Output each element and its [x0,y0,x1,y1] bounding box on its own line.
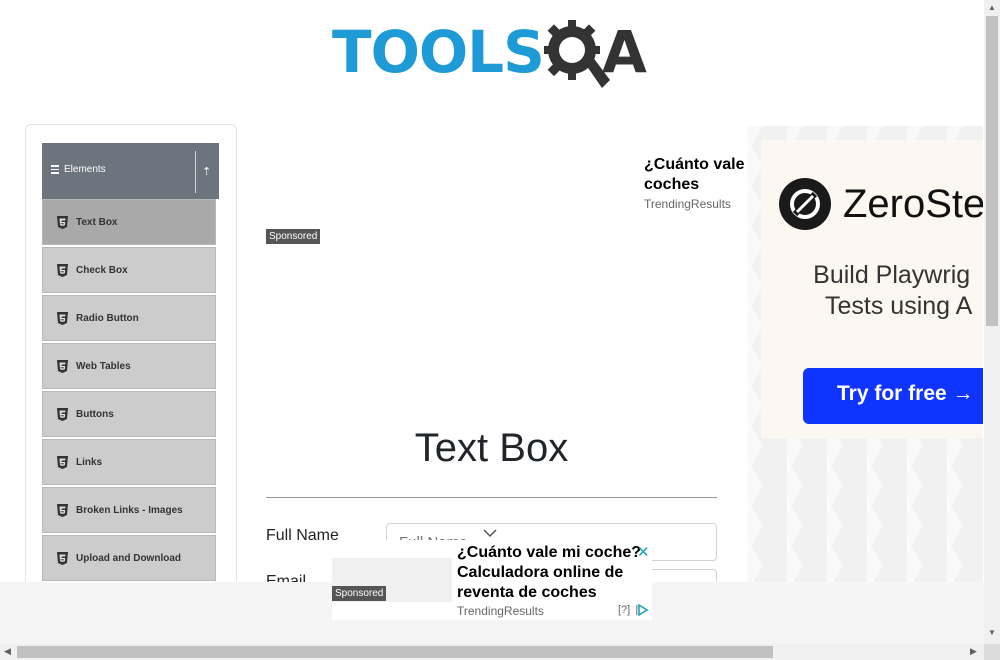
group-label: Elements [64,164,106,175]
right-ad-banner[interactable]: ZeroSte Build Playwrig Tests using A Try… [747,126,983,582]
header-divider [195,151,196,193]
top-ad-headline[interactable]: ¿Cuánto vale coches [644,155,754,195]
bottom-ad-source[interactable]: TrendingResults [457,604,544,618]
elements-group-header[interactable]: Elements ⇡ [42,143,219,199]
close-icon[interactable]: ✕ [637,543,650,561]
html5-icon [57,456,68,469]
adchoices-icon[interactable] [636,604,648,616]
html5-icon [57,552,68,565]
html5-icon [57,312,68,325]
page-title: Text Box [414,426,569,470]
html5-icon [57,504,68,517]
sidebar-item-check-box[interactable]: Check Box [42,247,216,293]
logo-text: TOOLS [332,18,545,86]
scroll-left-arrow-icon[interactable]: ◀ [4,646,11,657]
menu-icon [51,165,59,174]
scroll-right-arrow-icon[interactable]: ▶ [970,646,977,657]
logo-suffix: A [602,18,647,86]
scroll-up-arrow-icon[interactable]: ▲ [988,3,996,12]
sidebar-item-radio-button[interactable]: Radio Button [42,295,216,341]
sidebar-item-label: Broken Links - Images [76,505,183,516]
zerostep-tagline: Build Playwrig Tests using A [811,260,972,322]
sidebar-item-buttons[interactable]: Buttons [42,391,216,437]
toolsqa-logo[interactable]: TOOLS A [332,16,654,90]
sidebar-item-label: Text Box [76,217,118,228]
ad-help-link[interactable]: [?] [618,604,630,616]
sidebar-item-label: Buttons [76,409,114,420]
sidebar-item-broken-links[interactable]: Broken Links - Images [42,487,216,533]
html5-icon [57,216,68,229]
horizontal-scrollbar[interactable]: ◀ ▶ [0,644,984,660]
html5-icon [57,264,68,277]
left-panel: Elements ⇡ Text Box Check Box Radio Butt… [25,124,237,595]
zerostep-ad-card[interactable]: ZeroSte Build Playwrig Tests using A Try… [761,140,983,438]
html5-icon [57,408,68,421]
sidebar-item-upload-download[interactable]: Upload and Download [42,535,216,581]
sidebar-item-label: Check Box [76,265,128,276]
bottom-ad-headline[interactable]: ¿Cuánto vale mi coche? Calculadora onlin… [457,543,647,603]
scroll-down-arrow-icon[interactable]: ▼ [988,628,996,637]
full-name-label: Full Name [266,527,339,544]
sidebar-menu: Text Box Check Box Radio Button Web Tabl… [42,199,216,583]
bottom-ad[interactable]: Sponsored ¿Cuánto vale mi coche? Calcula… [332,540,652,620]
sponsored-badge: Sponsored [332,586,387,601]
top-ad-source[interactable]: TrendingResults [644,197,731,211]
sidebar-item-links[interactable]: Links [42,439,216,485]
html5-icon [57,360,68,373]
sponsored-badge: Sponsored [266,229,321,244]
sidebar-item-label: Radio Button [76,313,139,324]
sidebar-item-label: Upload and Download [76,553,181,564]
chevron-down-icon [483,529,497,538]
try-for-free-button[interactable]: Try for free → [803,368,983,424]
zerostep-logo-icon [779,178,831,230]
scrollbar-corner [984,644,1000,660]
sidebar-item-text-box[interactable]: Text Box [42,199,216,245]
title-divider [266,497,717,498]
vertical-scrollbar[interactable]: ▲ ▼ [984,0,1000,644]
upload-arrow-icon[interactable]: ⇡ [202,165,211,178]
sidebar-item-label: Web Tables [76,361,131,372]
tagline-line-1: Build Playwrig [813,261,971,289]
tagline-line-2: Tests using A [825,292,973,320]
zerostep-brand: ZeroSte [843,182,983,226]
horizontal-scroll-thumb[interactable] [17,646,773,658]
vertical-scroll-thumb[interactable] [986,16,998,326]
sidebar-item-label: Links [76,457,103,468]
sidebar-item-web-tables[interactable]: Web Tables [42,343,216,389]
